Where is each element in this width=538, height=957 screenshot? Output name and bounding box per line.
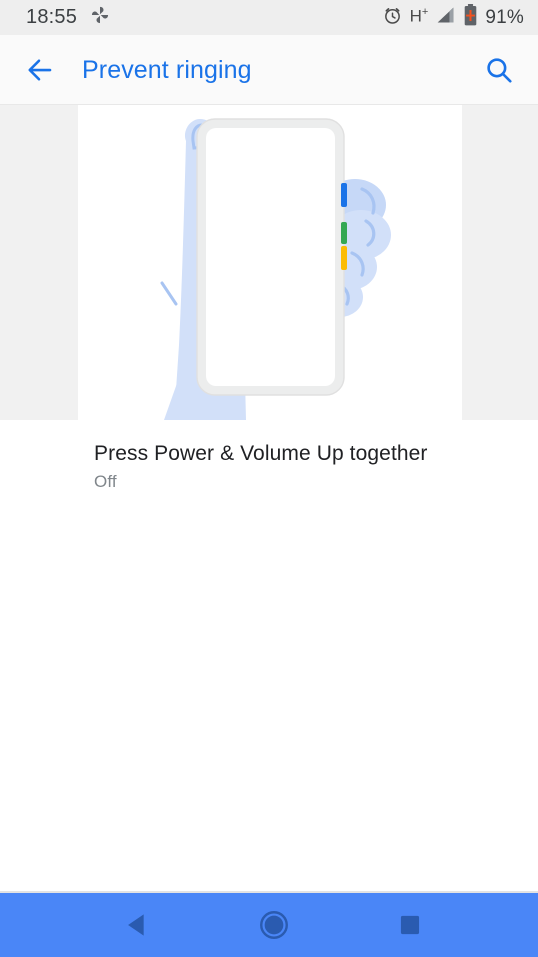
list-item-subtitle: Off [94,470,514,494]
power-button-marker [341,183,347,207]
battery-charging-icon [463,3,478,32]
back-button[interactable] [12,42,68,98]
signal-bars-icon [435,5,456,31]
list-item-title: Press Power & Volume Up together [94,440,514,468]
page-title: Prevent ringing [82,56,252,85]
alarm-clock-icon [382,5,403,31]
pinwheel-icon [89,4,111,31]
phone-screen: 18:55 [0,0,538,957]
content-area [0,506,538,892]
triangle-back-icon [121,908,155,942]
app-bar: Prevent ringing [0,35,538,105]
hand-holding-phone-illustration [78,105,462,420]
arrow-left-icon [25,55,55,85]
search-button[interactable] [472,43,526,97]
status-bar: 18:55 [0,0,538,35]
circle-home-icon [257,908,291,942]
status-bar-left: 18:55 [26,4,111,31]
square-recents-icon [393,908,427,942]
list-item-prevent-ringing-shortcut[interactable]: Press Power & Volume Up together Off [0,428,538,506]
volume-up-button-marker [341,222,347,244]
status-clock: 18:55 [26,6,77,29]
nav-home-button[interactable] [228,893,320,957]
nav-recents-button[interactable] [364,893,456,957]
nav-back-button[interactable] [92,893,184,957]
status-bar-right: H+ 91% [382,3,524,32]
system-navigation-bar [0,893,538,957]
network-type-label: H+ [410,6,429,27]
search-icon [484,55,514,85]
battery-percent-label: 91% [485,7,524,29]
volume-down-button-marker [341,246,347,270]
